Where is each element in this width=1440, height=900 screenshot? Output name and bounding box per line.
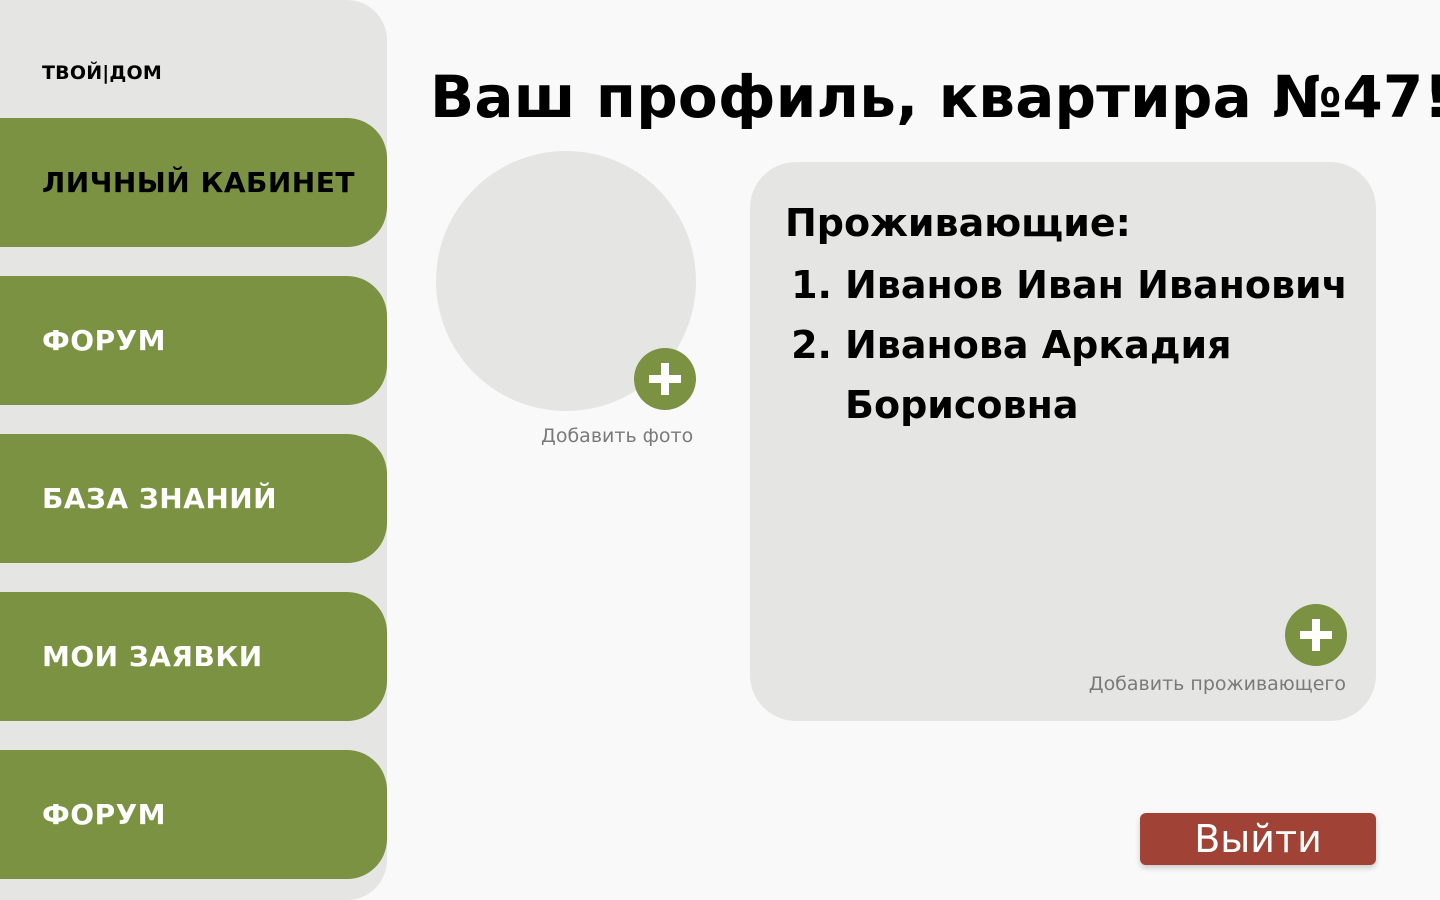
residents-heading: Проживающие: [785, 201, 1131, 245]
page-title: Ваш профиль, квартира №47! [430, 63, 1440, 131]
sidebar-item-label: БАЗА ЗНАНИЙ [42, 482, 278, 515]
residents-card: Проживающие: 1. Иванов Иван Иванович 2. … [750, 162, 1376, 721]
resident-name: Иванов Иван Иванович [845, 263, 1348, 307]
plus-icon [1300, 619, 1332, 651]
sidebar-item-label: ФОРУМ [42, 324, 167, 357]
resident-name: Иванова Аркадия Борисовна [845, 323, 1232, 427]
add-resident-button[interactable] [1285, 604, 1347, 666]
sidebar-item-forum[interactable]: ФОРУМ [0, 276, 387, 405]
sidebar-item-knowledge-base[interactable]: БАЗА ЗНАНИЙ [0, 434, 387, 563]
sidebar-item-label: ЛИЧНЫЙ КАБИНЕТ [42, 166, 355, 199]
sidebar-item-label: ФОРУМ [42, 798, 167, 831]
logo[interactable]: ТВОЙ|ДОМ [42, 60, 162, 86]
logout-button[interactable]: Выйти [1140, 813, 1376, 865]
resident-number: 2. [791, 323, 832, 367]
sidebar-item-personal-account[interactable]: ЛИЧНЫЙ КАБИНЕТ [0, 118, 387, 247]
plus-icon [649, 363, 681, 395]
add-photo-button[interactable] [634, 348, 696, 410]
sidebar-item-forum-2[interactable]: ФОРУМ [0, 750, 387, 879]
resident-number: 1. [791, 263, 832, 307]
sidebar-item-label: МОИ ЗАЯВКИ [42, 640, 263, 673]
sidebar-item-my-requests[interactable]: МОИ ЗАЯВКИ [0, 592, 387, 721]
sidebar: ТВОЙ|ДОМ ЛИЧНЫЙ КАБИНЕТ ФОРУМ БАЗА ЗНАНИ… [0, 0, 387, 900]
add-photo-caption[interactable]: Добавить фото [541, 424, 693, 448]
add-resident-caption[interactable]: Добавить проживающего [1089, 672, 1346, 696]
